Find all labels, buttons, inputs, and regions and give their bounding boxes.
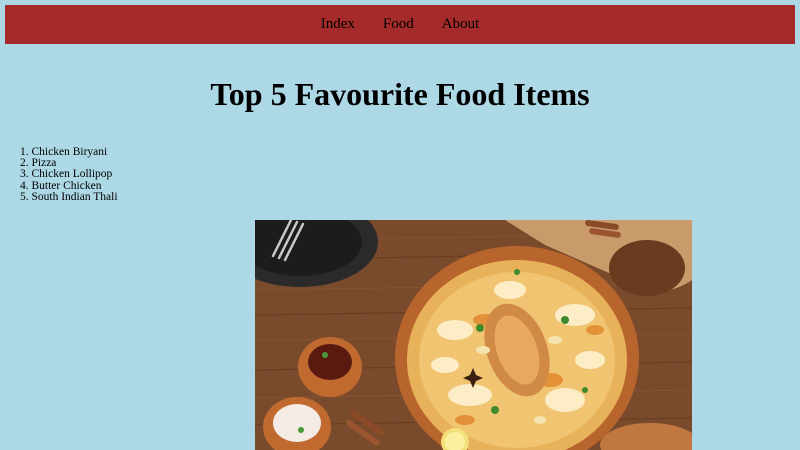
food-list: 1. Chicken Biryani 2. Pizza 3. Chicken L… — [20, 146, 118, 203]
food-list-item: 5. South Indian Thali — [20, 190, 118, 203]
biryani-image — [255, 220, 692, 450]
nav-link-index[interactable]: Index — [321, 16, 355, 33]
nav-link-food[interactable]: Food — [383, 16, 414, 33]
navbar: Index Food About — [5, 5, 795, 44]
food-list-item: 3. Chicken Lollipop — [20, 168, 113, 181]
page-title: Top 5 Favourite Food Items — [210, 76, 590, 112]
nav-link-about[interactable]: About — [442, 16, 480, 33]
